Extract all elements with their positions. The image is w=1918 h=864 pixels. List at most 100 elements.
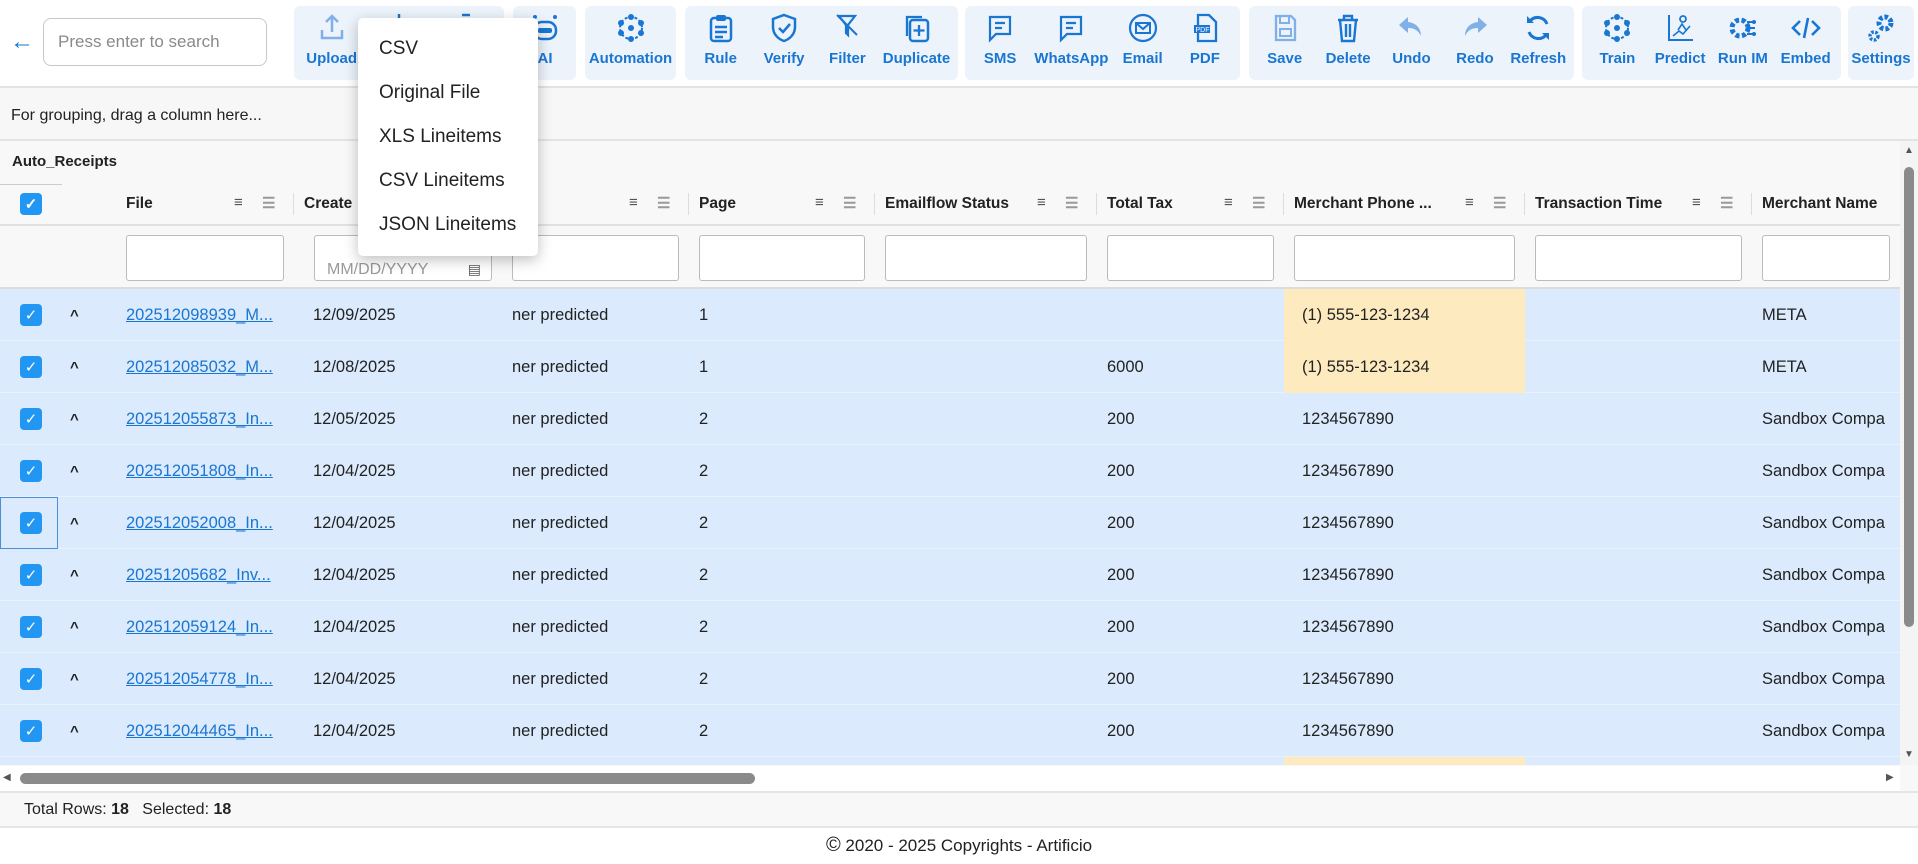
- row-checkbox[interactable]: ✓: [20, 668, 42, 690]
- table-cell[interactable]: 2: [689, 393, 875, 445]
- table-cell[interactable]: 1234567890: [1284, 497, 1525, 549]
- menu-item-csv-lineitems[interactable]: CSV Lineitems: [358, 159, 538, 203]
- table-cell[interactable]: 200: [1097, 549, 1284, 601]
- table-cell[interactable]: 200: [1097, 705, 1284, 757]
- table-row[interactable]: [0, 757, 1900, 765]
- table-cell[interactable]: 2: [689, 653, 875, 705]
- table-cell[interactable]: [1284, 757, 1525, 765]
- row-checkbox[interactable]: ✓: [20, 408, 42, 430]
- table-cell[interactable]: [116, 757, 294, 765]
- row-checkbox[interactable]: ✓: [20, 460, 42, 482]
- table-cell[interactable]: [875, 289, 1097, 341]
- table-cell[interactable]: ner predicted: [502, 549, 689, 601]
- menu-icon[interactable]: ☰: [1065, 194, 1078, 212]
- chevron-up-icon[interactable]: ^: [70, 567, 79, 584]
- vertical-scroll-thumb[interactable]: [1904, 167, 1914, 627]
- table-cell[interactable]: [875, 757, 1097, 765]
- table-cell[interactable]: [875, 601, 1097, 653]
- menu-icon[interactable]: ☰: [1493, 194, 1506, 212]
- save-button[interactable]: Save: [1257, 6, 1313, 80]
- table-cell[interactable]: ner predicted: [502, 445, 689, 497]
- filter-icon[interactable]: ≡: [1224, 194, 1233, 211]
- chevron-up-icon[interactable]: ^: [70, 411, 79, 428]
- table-cell[interactable]: 2: [689, 445, 875, 497]
- table-row[interactable]: ✓ ^ 202512098939_M... 12/09/2025 ner predict…: [0, 289, 1900, 341]
- table-cell[interactable]: 200: [1097, 653, 1284, 705]
- menu-icon[interactable]: ☰: [1720, 194, 1733, 212]
- column-header-merchant-phone-[interactable]: Merchant Phone ... ≡ ☰: [1284, 181, 1525, 226]
- select-all-checkbox[interactable]: ✓: [20, 192, 42, 215]
- filter-input-transaction-time[interactable]: [1535, 235, 1742, 281]
- table-cell[interactable]: [875, 393, 1097, 445]
- table-cell[interactable]: 12/09/2025: [294, 289, 502, 341]
- search-input[interactable]: [43, 18, 267, 66]
- table-cell[interactable]: [502, 757, 689, 765]
- table-cell[interactable]: [875, 705, 1097, 757]
- table-cell[interactable]: [1525, 549, 1752, 601]
- column-header-transaction-time[interactable]: Transaction Time ≡ ☰: [1525, 181, 1752, 226]
- menu-item-xls-lineitems[interactable]: XLS Lineitems: [358, 115, 538, 159]
- sms-button[interactable]: SMS: [972, 6, 1028, 80]
- filter-input-emailflow-status[interactable]: [885, 235, 1087, 281]
- table-cell[interactable]: Sandbox Compa: [1752, 445, 1900, 497]
- menu-icon[interactable]: ☰: [657, 194, 670, 212]
- table-cell[interactable]: [1752, 757, 1900, 765]
- table-cell[interactable]: 6000: [1097, 341, 1284, 393]
- table-row[interactable]: ✓ ^ 202512085032_M... 12/08/2025 ner predict…: [0, 341, 1900, 393]
- table-row[interactable]: ✓ ^ 202512059124_In... 12/04/2025 ner predic…: [0, 601, 1900, 653]
- filter-icon[interactable]: ≡: [234, 194, 243, 211]
- table-cell[interactable]: [294, 757, 502, 765]
- chevron-up-icon[interactable]: ^: [70, 307, 79, 324]
- table-cell[interactable]: 200: [1097, 445, 1284, 497]
- table-cell[interactable]: (1) 555-123-1234: [1284, 341, 1525, 393]
- filter-icon[interactable]: ≡: [629, 194, 638, 211]
- table-cell[interactable]: Sandbox Compa: [1752, 705, 1900, 757]
- table-cell[interactable]: 1: [689, 289, 875, 341]
- table-cell[interactable]: Sandbox Compa: [1752, 549, 1900, 601]
- table-cell[interactable]: (1) 555-123-1234: [1284, 289, 1525, 341]
- table-cell[interactable]: [1525, 341, 1752, 393]
- table-row[interactable]: ✓ ^ 202512052008_In... 12/04/2025 ner predic…: [0, 497, 1900, 549]
- table-cell[interactable]: [1525, 705, 1752, 757]
- filter-icon[interactable]: ≡: [1692, 194, 1701, 211]
- grid-tab-auto-receipts[interactable]: Auto_Receipts: [12, 153, 117, 170]
- menu-icon[interactable]: ☰: [1252, 194, 1265, 212]
- embed-button[interactable]: Embed: [1778, 6, 1834, 80]
- settings-button[interactable]: Settings: [1851, 6, 1911, 80]
- table-cell[interactable]: 1234567890: [1284, 601, 1525, 653]
- table-cell[interactable]: 12/08/2025: [294, 341, 502, 393]
- table-cell[interactable]: 202512059124_In...: [116, 601, 294, 653]
- table-cell[interactable]: 20251205682_Inv...: [116, 549, 294, 601]
- column-header-emailflow-status[interactable]: Emailflow Status ≡ ☰: [875, 181, 1097, 226]
- file-link[interactable]: 202512044465_In...: [126, 722, 273, 741]
- filter-input-merchant-name[interactable]: [1762, 235, 1890, 281]
- upload-button[interactable]: Upload: [304, 6, 360, 80]
- undo-button[interactable]: Undo: [1383, 6, 1439, 80]
- table-cell[interactable]: 12/05/2025: [294, 393, 502, 445]
- table-cell[interactable]: [1525, 289, 1752, 341]
- table-cell[interactable]: 2: [689, 549, 875, 601]
- file-link[interactable]: 20251205682_Inv...: [126, 566, 271, 585]
- file-link[interactable]: 202512059124_In...: [126, 618, 273, 637]
- table-cell[interactable]: Sandbox Compa: [1752, 393, 1900, 445]
- row-checkbox[interactable]: ✓: [20, 304, 42, 326]
- table-cell[interactable]: 12/04/2025: [294, 497, 502, 549]
- file-link[interactable]: 202512054778_In...: [126, 670, 273, 689]
- chevron-up-icon[interactable]: ^: [70, 723, 79, 740]
- filter-input-file[interactable]: [126, 235, 284, 281]
- menu-item-json-lineitems[interactable]: JSON Lineitems: [358, 203, 538, 247]
- column-header-merchant-name[interactable]: Merchant Name: [1752, 181, 1918, 226]
- table-cell[interactable]: ner predicted: [502, 601, 689, 653]
- file-link[interactable]: 202512098939_M...: [126, 306, 273, 325]
- predict-button[interactable]: Predict: [1652, 6, 1708, 80]
- table-cell[interactable]: Sandbox Compa: [1752, 601, 1900, 653]
- table-cell[interactable]: ner predicted: [502, 653, 689, 705]
- run-im-button[interactable]: Run IM: [1715, 6, 1771, 80]
- table-cell[interactable]: ner predicted: [502, 341, 689, 393]
- row-checkbox[interactable]: ✓: [20, 616, 42, 638]
- table-cell[interactable]: ner predicted: [502, 393, 689, 445]
- table-cell[interactable]: [1097, 289, 1284, 341]
- table-cell[interactable]: 200: [1097, 601, 1284, 653]
- column-header-total-tax[interactable]: Total Tax ≡ ☰: [1097, 181, 1284, 226]
- table-cell[interactable]: [875, 341, 1097, 393]
